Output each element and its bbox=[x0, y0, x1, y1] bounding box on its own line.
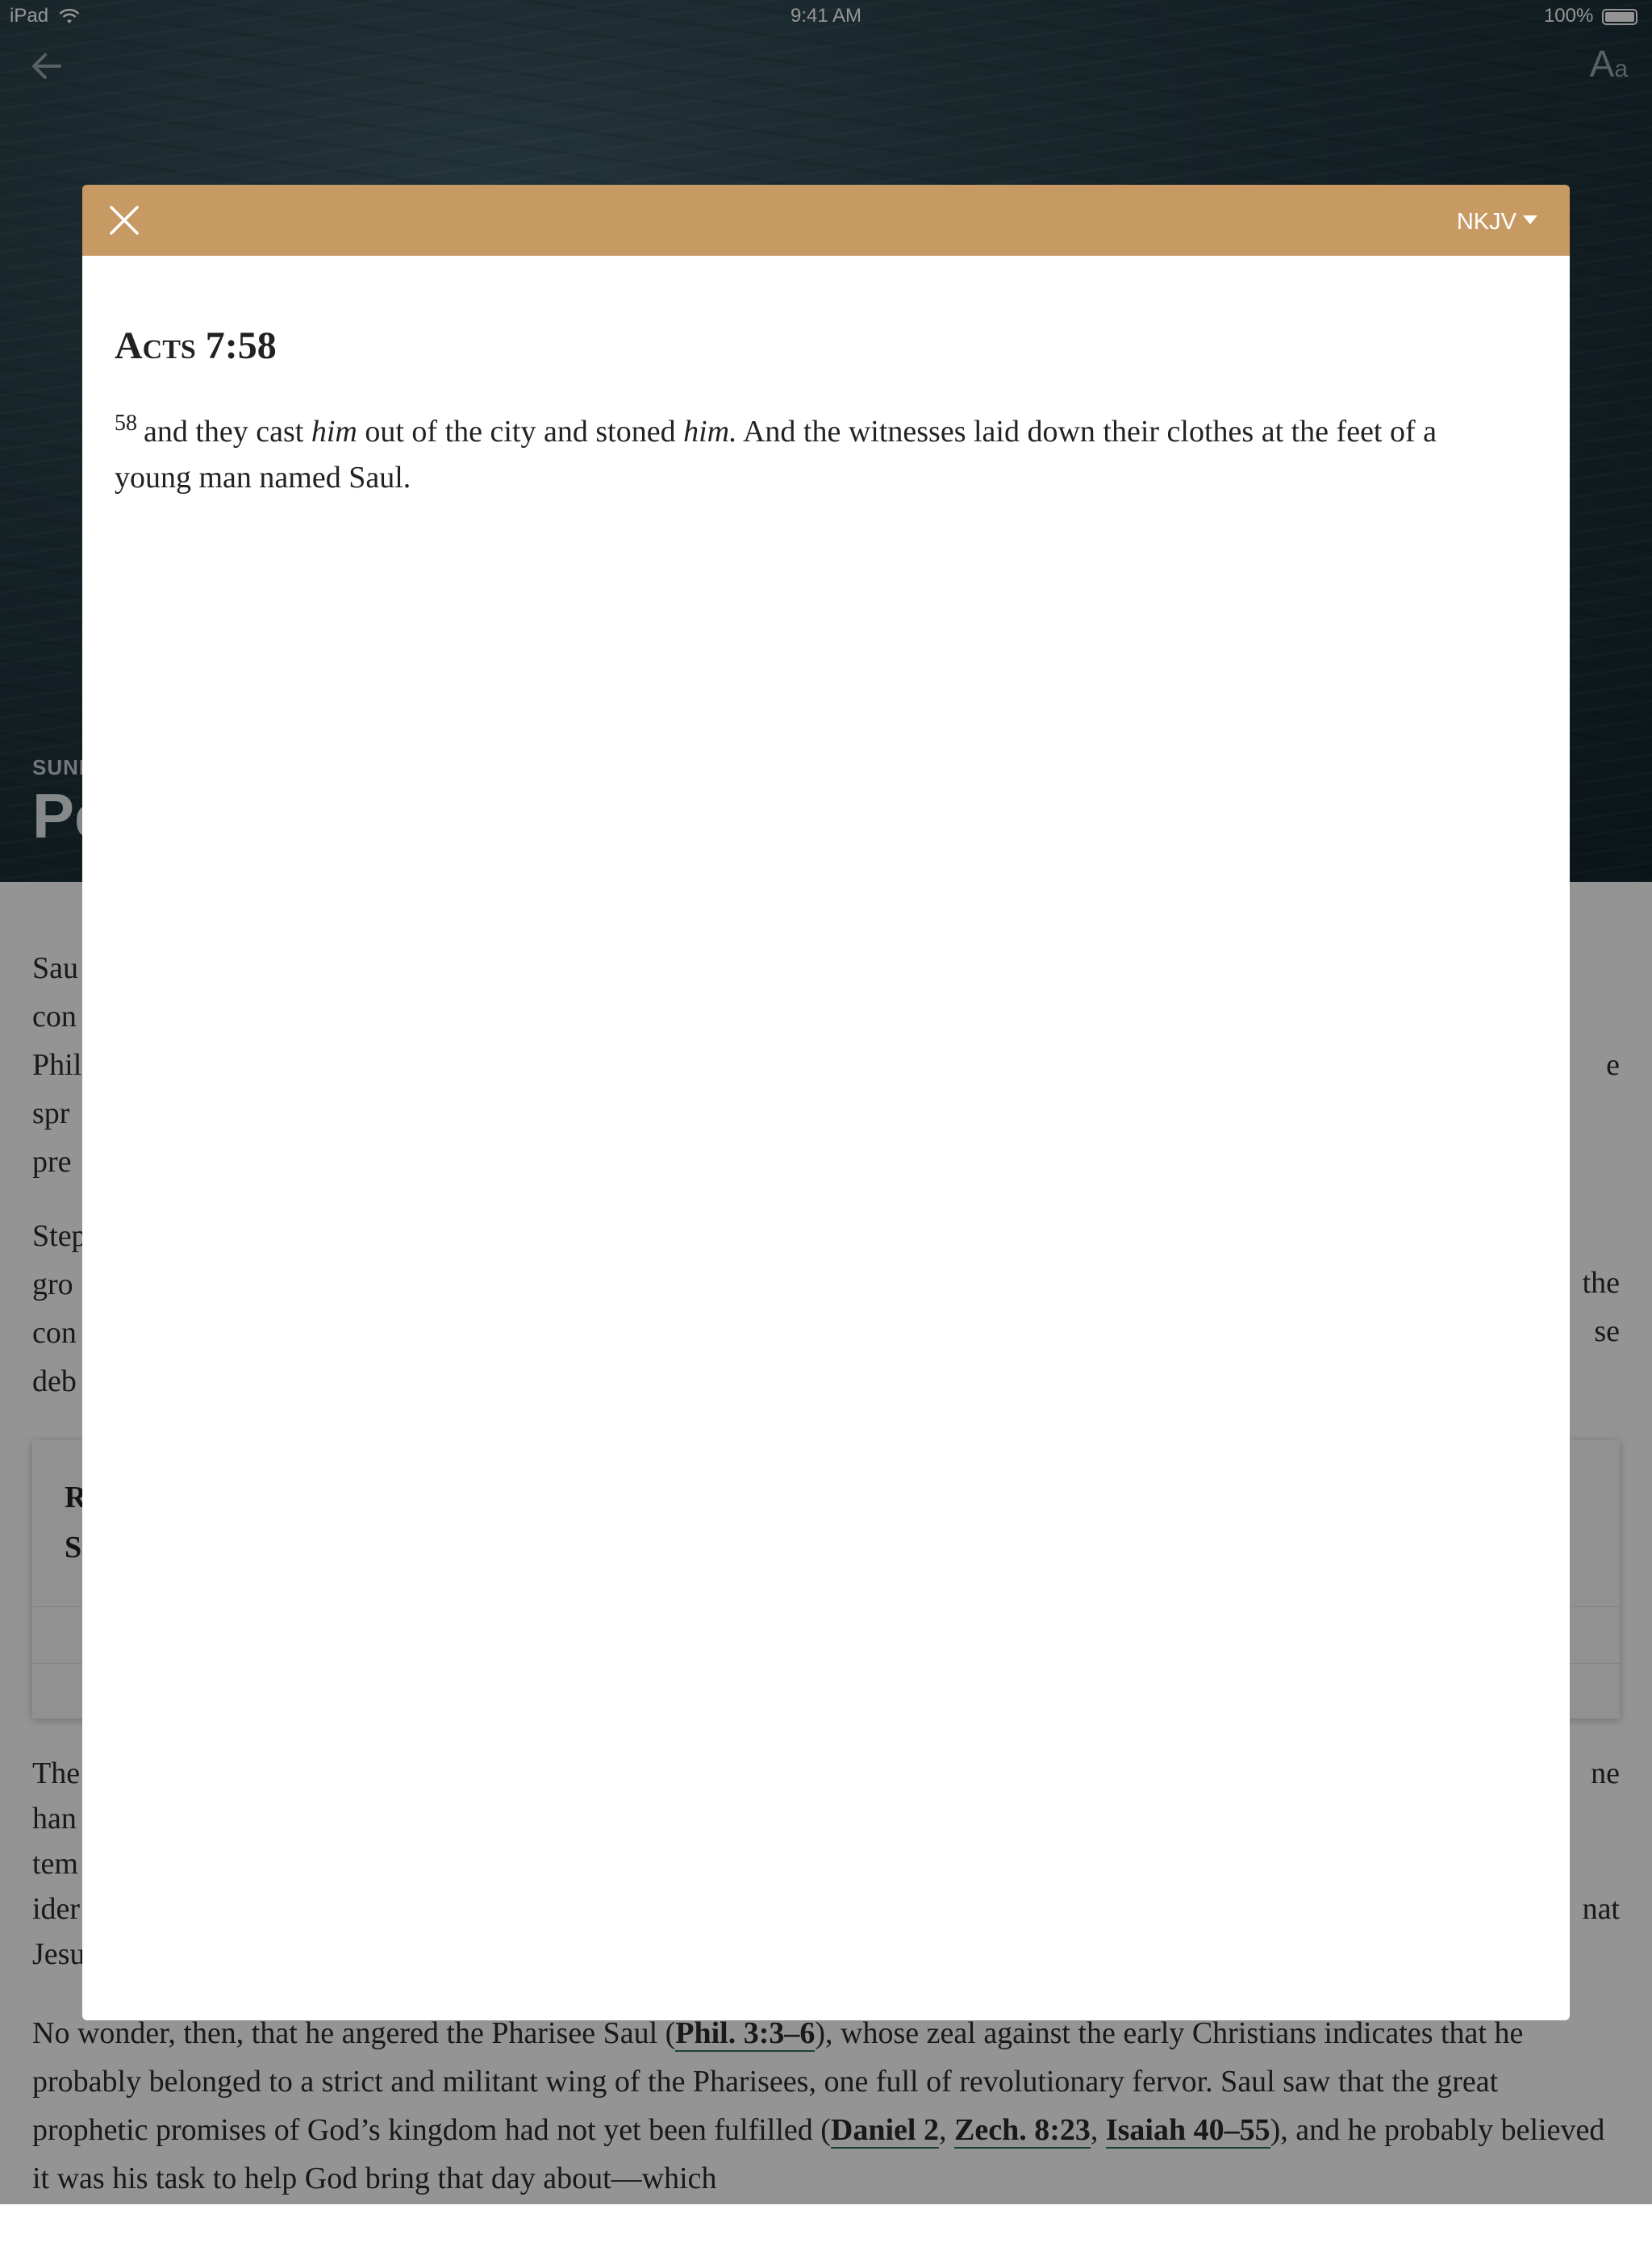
italic-span: him bbox=[311, 415, 357, 449]
verse-reference: Acts 7:58 bbox=[115, 324, 277, 367]
verse-modal: NKJV Acts 7:58 58 and they cast him out o… bbox=[82, 185, 1570, 2020]
verse-text: 58 and they cast him out of the city and … bbox=[115, 409, 1518, 501]
verse-number: 58 bbox=[115, 411, 137, 436]
modal-header: NKJV bbox=[82, 185, 1570, 256]
bible-version-select[interactable]: NKJV bbox=[1457, 206, 1537, 238]
text-span: out of the city and stoned bbox=[357, 415, 684, 449]
close-icon[interactable] bbox=[105, 201, 144, 240]
version-label: NKJV bbox=[1456, 209, 1516, 235]
caret-down-icon bbox=[1523, 215, 1537, 224]
text-span: and they cast bbox=[144, 415, 311, 449]
italic-span: him. bbox=[683, 415, 737, 449]
